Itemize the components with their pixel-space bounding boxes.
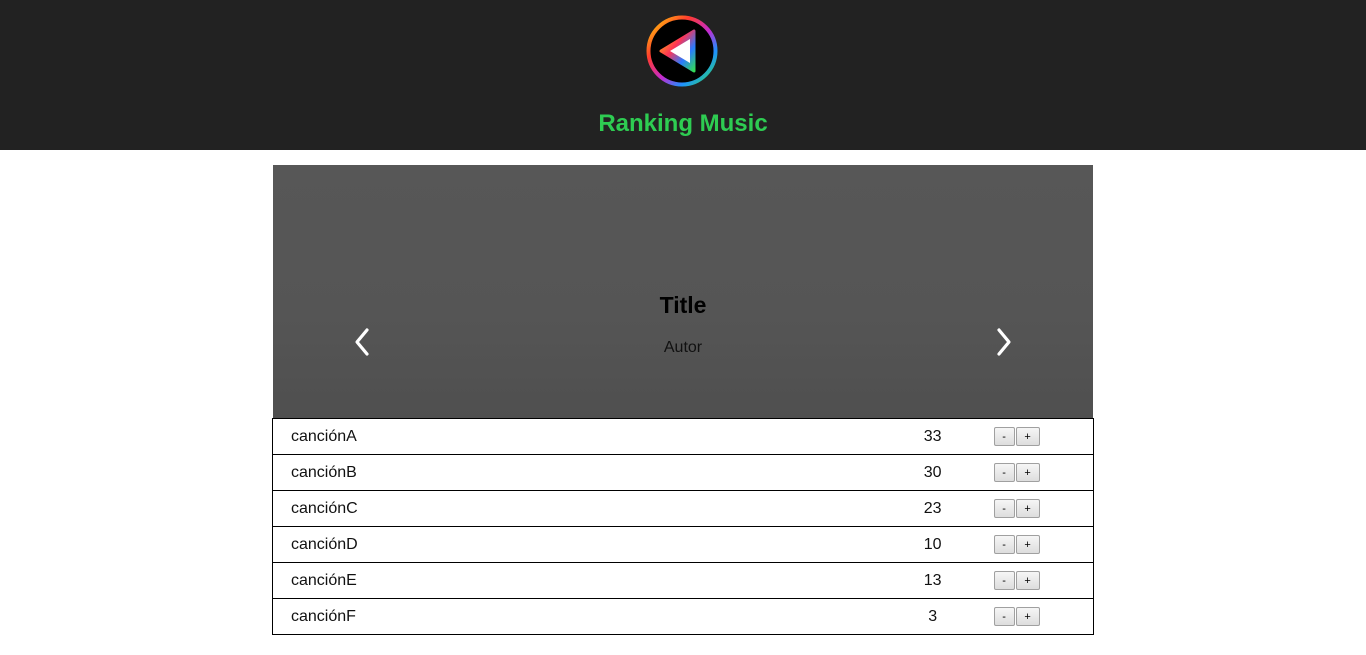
- song-row: canciónF 3- +: [271, 598, 1094, 635]
- vote-up-button[interactable]: +: [1015, 427, 1040, 446]
- vote-actions: - +: [973, 598, 1094, 635]
- vote-actions: - +: [973, 526, 1094, 563]
- carousel-next-button[interactable]: [988, 325, 1018, 359]
- vote-down-button[interactable]: -: [993, 607, 1015, 626]
- vote-up-button[interactable]: +: [1015, 535, 1040, 554]
- song-carousel: Title Autor: [273, 165, 1093, 419]
- site-title: Ranking Music: [598, 110, 768, 137]
- song-name: canciónD: [271, 526, 892, 563]
- song-row: canciónC 23- +: [271, 490, 1094, 527]
- song-row: canciónB 30- +: [271, 454, 1094, 491]
- vote-down-button[interactable]: -: [993, 463, 1015, 482]
- vote-actions: - +: [973, 490, 1094, 527]
- song-name: canciónF: [271, 598, 892, 635]
- vote-up-button[interactable]: +: [1015, 463, 1040, 482]
- song-votes: 30: [891, 454, 974, 491]
- vote-down-button[interactable]: -: [993, 535, 1015, 554]
- song-votes: 23: [891, 490, 974, 527]
- vote-actions: - +: [973, 418, 1094, 455]
- song-votes: 33: [891, 418, 974, 455]
- song-name: canciónA: [271, 418, 892, 455]
- vote-down-button[interactable]: -: [993, 499, 1015, 518]
- song-row: canciónE 13- +: [271, 562, 1094, 599]
- vote-actions: - +: [973, 562, 1094, 599]
- play-logo-icon: [646, 15, 718, 87]
- ranking-table: canciónA 33- + canciónB 30- + canciónC 23- + canc…: [271, 418, 1094, 635]
- song-votes: 13: [891, 562, 974, 599]
- vote-up-button[interactable]: +: [1015, 571, 1040, 590]
- song-row: canciónD 10- +: [271, 526, 1094, 563]
- song-name: canciónB: [271, 454, 892, 491]
- slide-author: Autor: [663, 339, 703, 356]
- song-name: canciónE: [271, 562, 892, 599]
- vote-actions: - +: [973, 454, 1094, 491]
- site-header: Ranking Music: [0, 0, 1366, 150]
- vote-up-button[interactable]: +: [1015, 499, 1040, 518]
- slide-title: Title: [659, 292, 707, 318]
- vote-up-button[interactable]: +: [1015, 607, 1040, 626]
- chevron-right-icon: [997, 328, 1011, 356]
- vote-down-button[interactable]: -: [993, 427, 1015, 446]
- song-votes: 10: [891, 526, 974, 563]
- song-name: canciónC: [271, 490, 892, 527]
- vote-down-button[interactable]: -: [993, 571, 1015, 590]
- song-votes: 3: [891, 598, 974, 635]
- song-row: canciónA 33- +: [271, 418, 1094, 455]
